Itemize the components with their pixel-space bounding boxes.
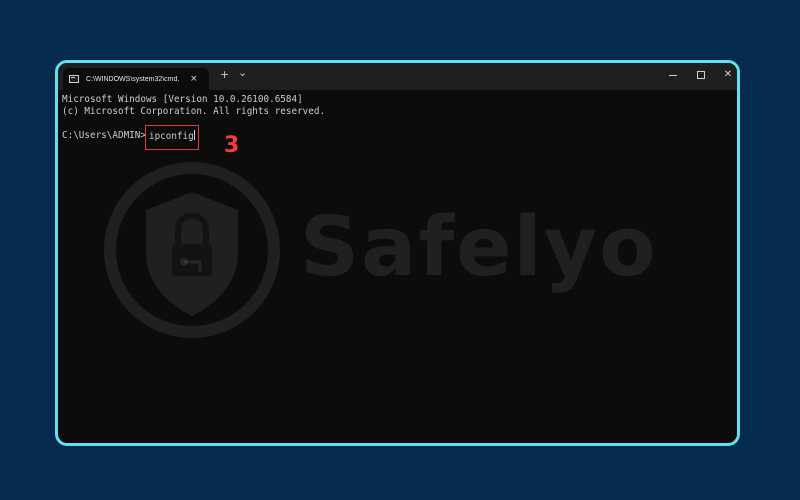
minimize-icon bbox=[669, 74, 677, 76]
terminal-window: C:\WINDOWS\system32\cmd. × + ⌄ ✕ Microso… bbox=[55, 60, 740, 446]
prompt-path: C:\Users\ADMIN> bbox=[62, 130, 146, 141]
close-icon: ✕ bbox=[723, 69, 733, 80]
tab-close-button[interactable]: × bbox=[190, 74, 198, 84]
command-highlight: ipconfig bbox=[144, 125, 199, 150]
tab-dropdown-button[interactable]: ⌄ bbox=[238, 67, 247, 78]
prompt-line: C:\Users\ADMIN> ipconfig bbox=[62, 125, 733, 150]
new-tab-button[interactable]: + bbox=[220, 69, 229, 80]
maximize-button[interactable] bbox=[691, 67, 711, 83]
text-cursor bbox=[193, 130, 195, 140]
console-output[interactable]: Microsoft Windows [Version 10.0.26100.65… bbox=[62, 94, 733, 439]
step-number-annotation: 3 bbox=[224, 133, 240, 158]
cmd-icon bbox=[69, 75, 79, 83]
console-line: Microsoft Windows [Version 10.0.26100.65… bbox=[62, 94, 303, 105]
command-input[interactable]: ipconfig bbox=[149, 131, 194, 142]
tab-title: C:\WINDOWS\system32\cmd. bbox=[86, 75, 180, 83]
close-button[interactable]: ✕ bbox=[718, 67, 737, 83]
tab-cmd[interactable]: C:\WINDOWS\system32\cmd. × bbox=[63, 68, 209, 90]
minimize-button[interactable] bbox=[663, 67, 683, 83]
maximize-icon bbox=[697, 71, 705, 79]
title-bar: C:\WINDOWS\system32\cmd. × + ⌄ ✕ bbox=[58, 63, 737, 90]
console-line: (c) Microsoft Corporation. All rights re… bbox=[62, 106, 326, 117]
